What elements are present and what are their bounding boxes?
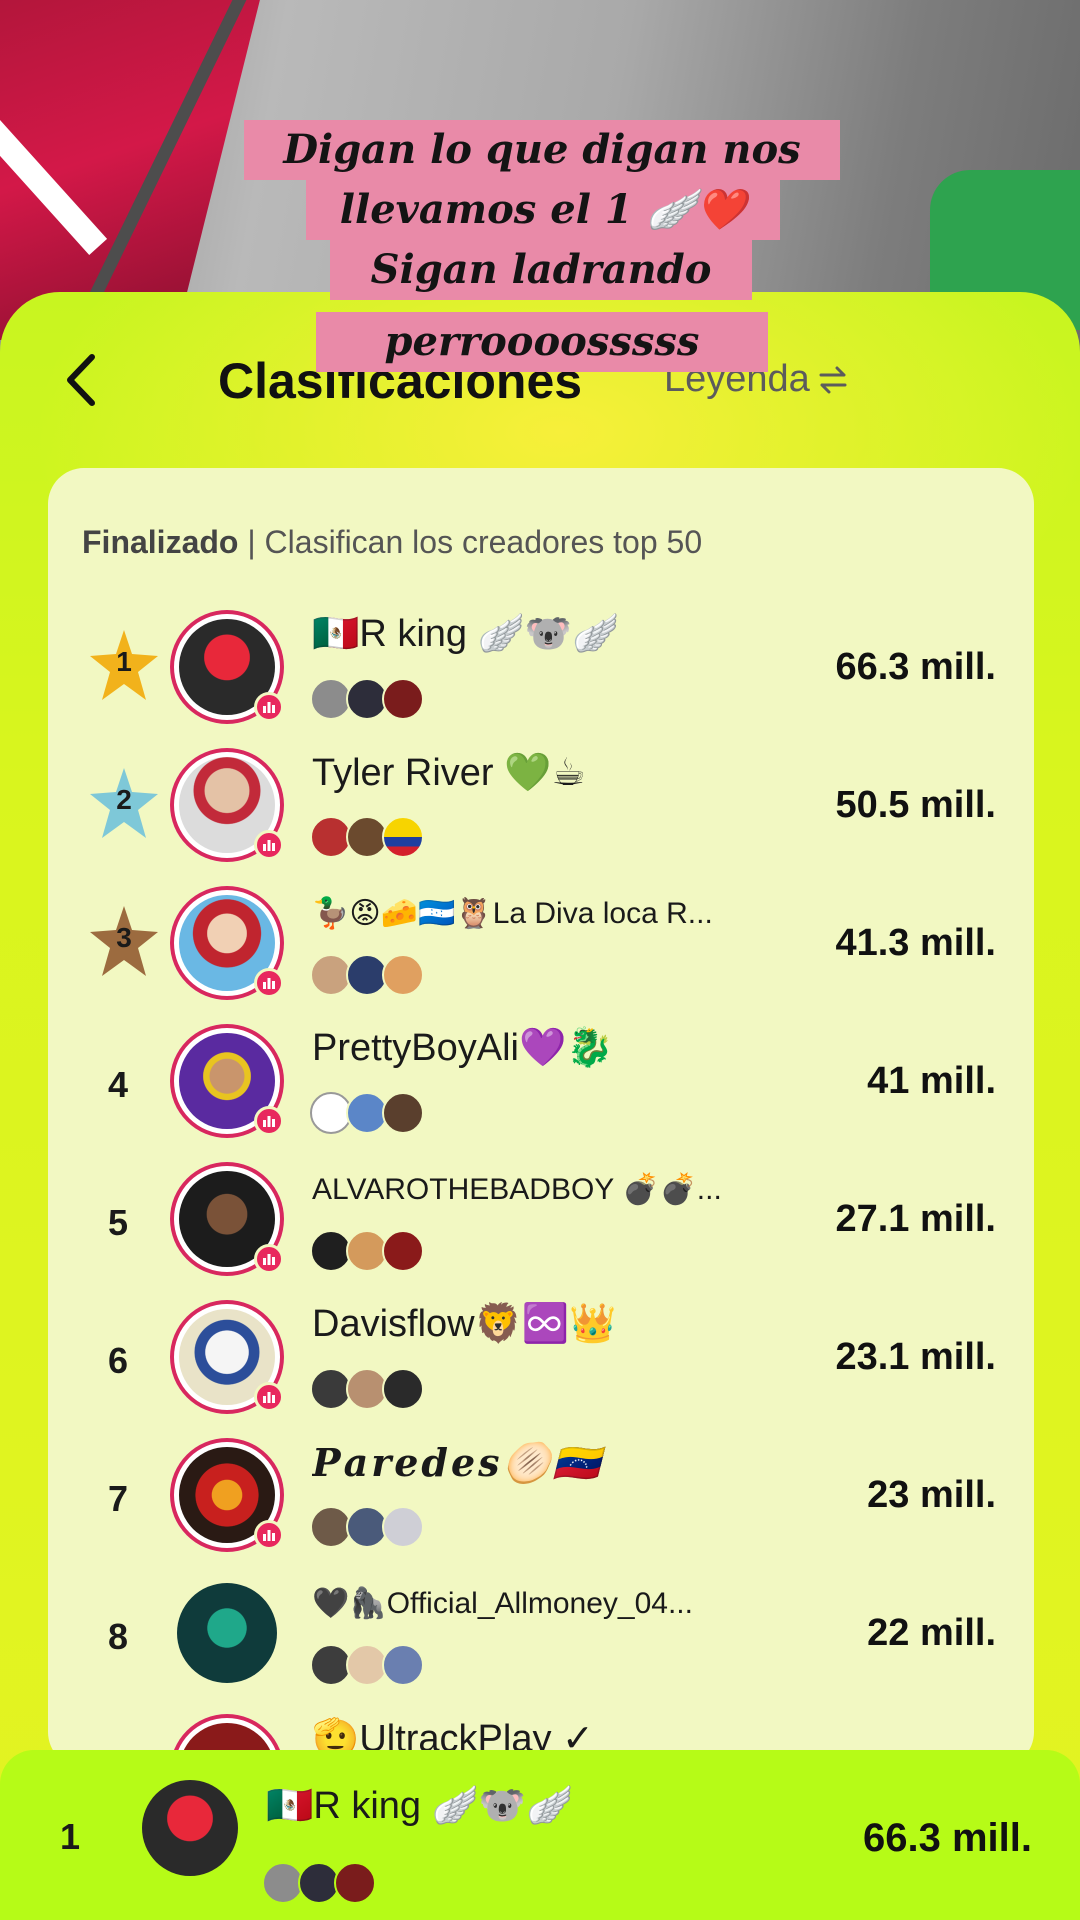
supporter-avatar (382, 678, 424, 720)
score-value: 41 mill. (867, 1060, 996, 1102)
live-badge-icon (254, 1106, 284, 1136)
creator-name: PrettyBoyAli💜🐉 (312, 1027, 614, 1069)
live-badge-icon (254, 1520, 284, 1550)
ranking-row[interactable]: 2 Tyler River 💚☕ 50.5 mill. (48, 744, 1034, 882)
caption-line: perroooosssss (316, 312, 768, 372)
supporter-avatar (382, 816, 424, 858)
rank-number: 6 (107, 1340, 129, 1381)
supporter-avatars (310, 1368, 424, 1410)
score-value: 41.3 mill. (835, 922, 996, 964)
caption-line: Sigan ladrando (330, 240, 752, 300)
creator-name: 🦆😡🧀🇭🇳🦉La Diva loca R... (312, 897, 713, 930)
supporter-avatar (334, 1862, 376, 1904)
creator-name: Davisflow🦁♾️👑 (312, 1303, 617, 1345)
score-value: 66.3 mill. (835, 646, 996, 688)
live-badge-icon (254, 1382, 284, 1412)
supporter-avatars (262, 1862, 376, 1904)
supporter-avatar (382, 1644, 424, 1686)
ranking-row[interactable]: 8 🖤🦍Official_Allmoney_04... 22 mill. (48, 1572, 1034, 1710)
leaderboard-panel: Clasificaciones Leyenda Finalizado | Cla… (0, 292, 1080, 1920)
supporter-avatars (310, 1644, 424, 1686)
supporter-avatars (310, 678, 424, 720)
ranking-status-line: Finalizado | Clasifican los creadores to… (82, 524, 702, 561)
avatar[interactable] (170, 1576, 284, 1690)
creator-name: 🇲🇽R king 🪽🐨🪽 (312, 613, 620, 655)
supporter-avatars (310, 954, 424, 996)
status-label: Finalizado (82, 524, 239, 560)
supporter-avatars (310, 1506, 424, 1548)
rank-number: 1 (59, 1816, 81, 1857)
chevron-left-icon (67, 354, 95, 406)
ranking-card: Finalizado | Clasifican los creadores to… (48, 468, 1034, 1828)
supporter-avatars (310, 816, 424, 858)
score-value: 22 mill. (867, 1612, 996, 1654)
my-rank-bar[interactable]: 1 🇲🇽R king 🪽🐨🪽 66.3 mill. (0, 1750, 1080, 1920)
ranking-row[interactable]: 1 🇲🇽R king 🪽🐨🪽 66.3 mill. (48, 606, 1034, 744)
ranking-row[interactable]: 3 🦆😡🧀🇭🇳🦉La Diva loca R... 41.3 mill. (48, 882, 1034, 1020)
creator-name: 🖤🦍Official_Allmoney_04... (312, 1587, 693, 1620)
supporter-avatar (382, 1230, 424, 1272)
live-badge-icon (254, 1244, 284, 1274)
supporter-avatar (382, 1368, 424, 1410)
caption-line: Digan lo que digan nos (244, 120, 840, 180)
supporter-avatar (382, 1506, 424, 1548)
ranking-row[interactable]: 5 ALVAROTHEBADBOY 💣💣... 27.1 mill. (48, 1158, 1034, 1296)
score-value: 27.1 mill. (835, 1198, 996, 1240)
creator-name: Tyler River 💚☕ (312, 752, 586, 794)
score-value: 23.1 mill. (835, 1336, 996, 1378)
ranking-row[interactable]: 6 Davisflow🦁♾️👑 23.1 mill. (48, 1296, 1034, 1434)
live-badge-icon (254, 830, 284, 860)
rank-number: 5 (107, 1202, 129, 1243)
rank-number: 8 (107, 1616, 129, 1657)
creator-name: 𝑷𝒂𝒓𝒆𝒅𝒆𝒔🫓🇻🇪 (312, 1440, 604, 1485)
score-value: 66.3 mill. (863, 1816, 1032, 1860)
bronze-medal-icon: 3 (86, 902, 162, 982)
rank-number: 2 (116, 784, 132, 815)
creator-name: ALVAROTHEBADBOY 💣💣... (312, 1173, 722, 1206)
caption-line: llevamos el 1 🪽❤️ (306, 180, 780, 240)
rank-number: 3 (116, 922, 132, 953)
supporter-avatars (310, 1230, 424, 1272)
avatar[interactable] (140, 1778, 240, 1878)
ranking-subtitle: | Clasifican los creadores top 50 (247, 524, 703, 560)
ranking-row[interactable]: 7 𝑷𝒂𝒓𝒆𝒅𝒆𝒔🫓🇻🇪 23 mill. (48, 1434, 1034, 1572)
supporter-avatar (382, 954, 424, 996)
score-value: 23 mill. (867, 1474, 996, 1516)
creator-name: 🇲🇽R king 🪽🐨🪽 (266, 1785, 574, 1827)
rank-number: 4 (107, 1064, 129, 1105)
rank-number: 1 (116, 646, 132, 677)
back-button[interactable] (56, 350, 106, 410)
live-badge-icon (254, 692, 284, 722)
supporter-avatar (382, 1092, 424, 1134)
rank-number: 7 (107, 1478, 129, 1519)
ranking-row[interactable]: 4 PrettyBoyAli💜🐉 41 mill. (48, 1020, 1034, 1158)
supporter-avatars (310, 1092, 424, 1134)
score-value: 50.5 mill. (835, 784, 996, 826)
gold-medal-icon: 1 (86, 626, 162, 706)
swap-arrows-icon (819, 366, 847, 393)
live-badge-icon (254, 968, 284, 998)
silver-medal-icon: 2 (86, 764, 162, 844)
